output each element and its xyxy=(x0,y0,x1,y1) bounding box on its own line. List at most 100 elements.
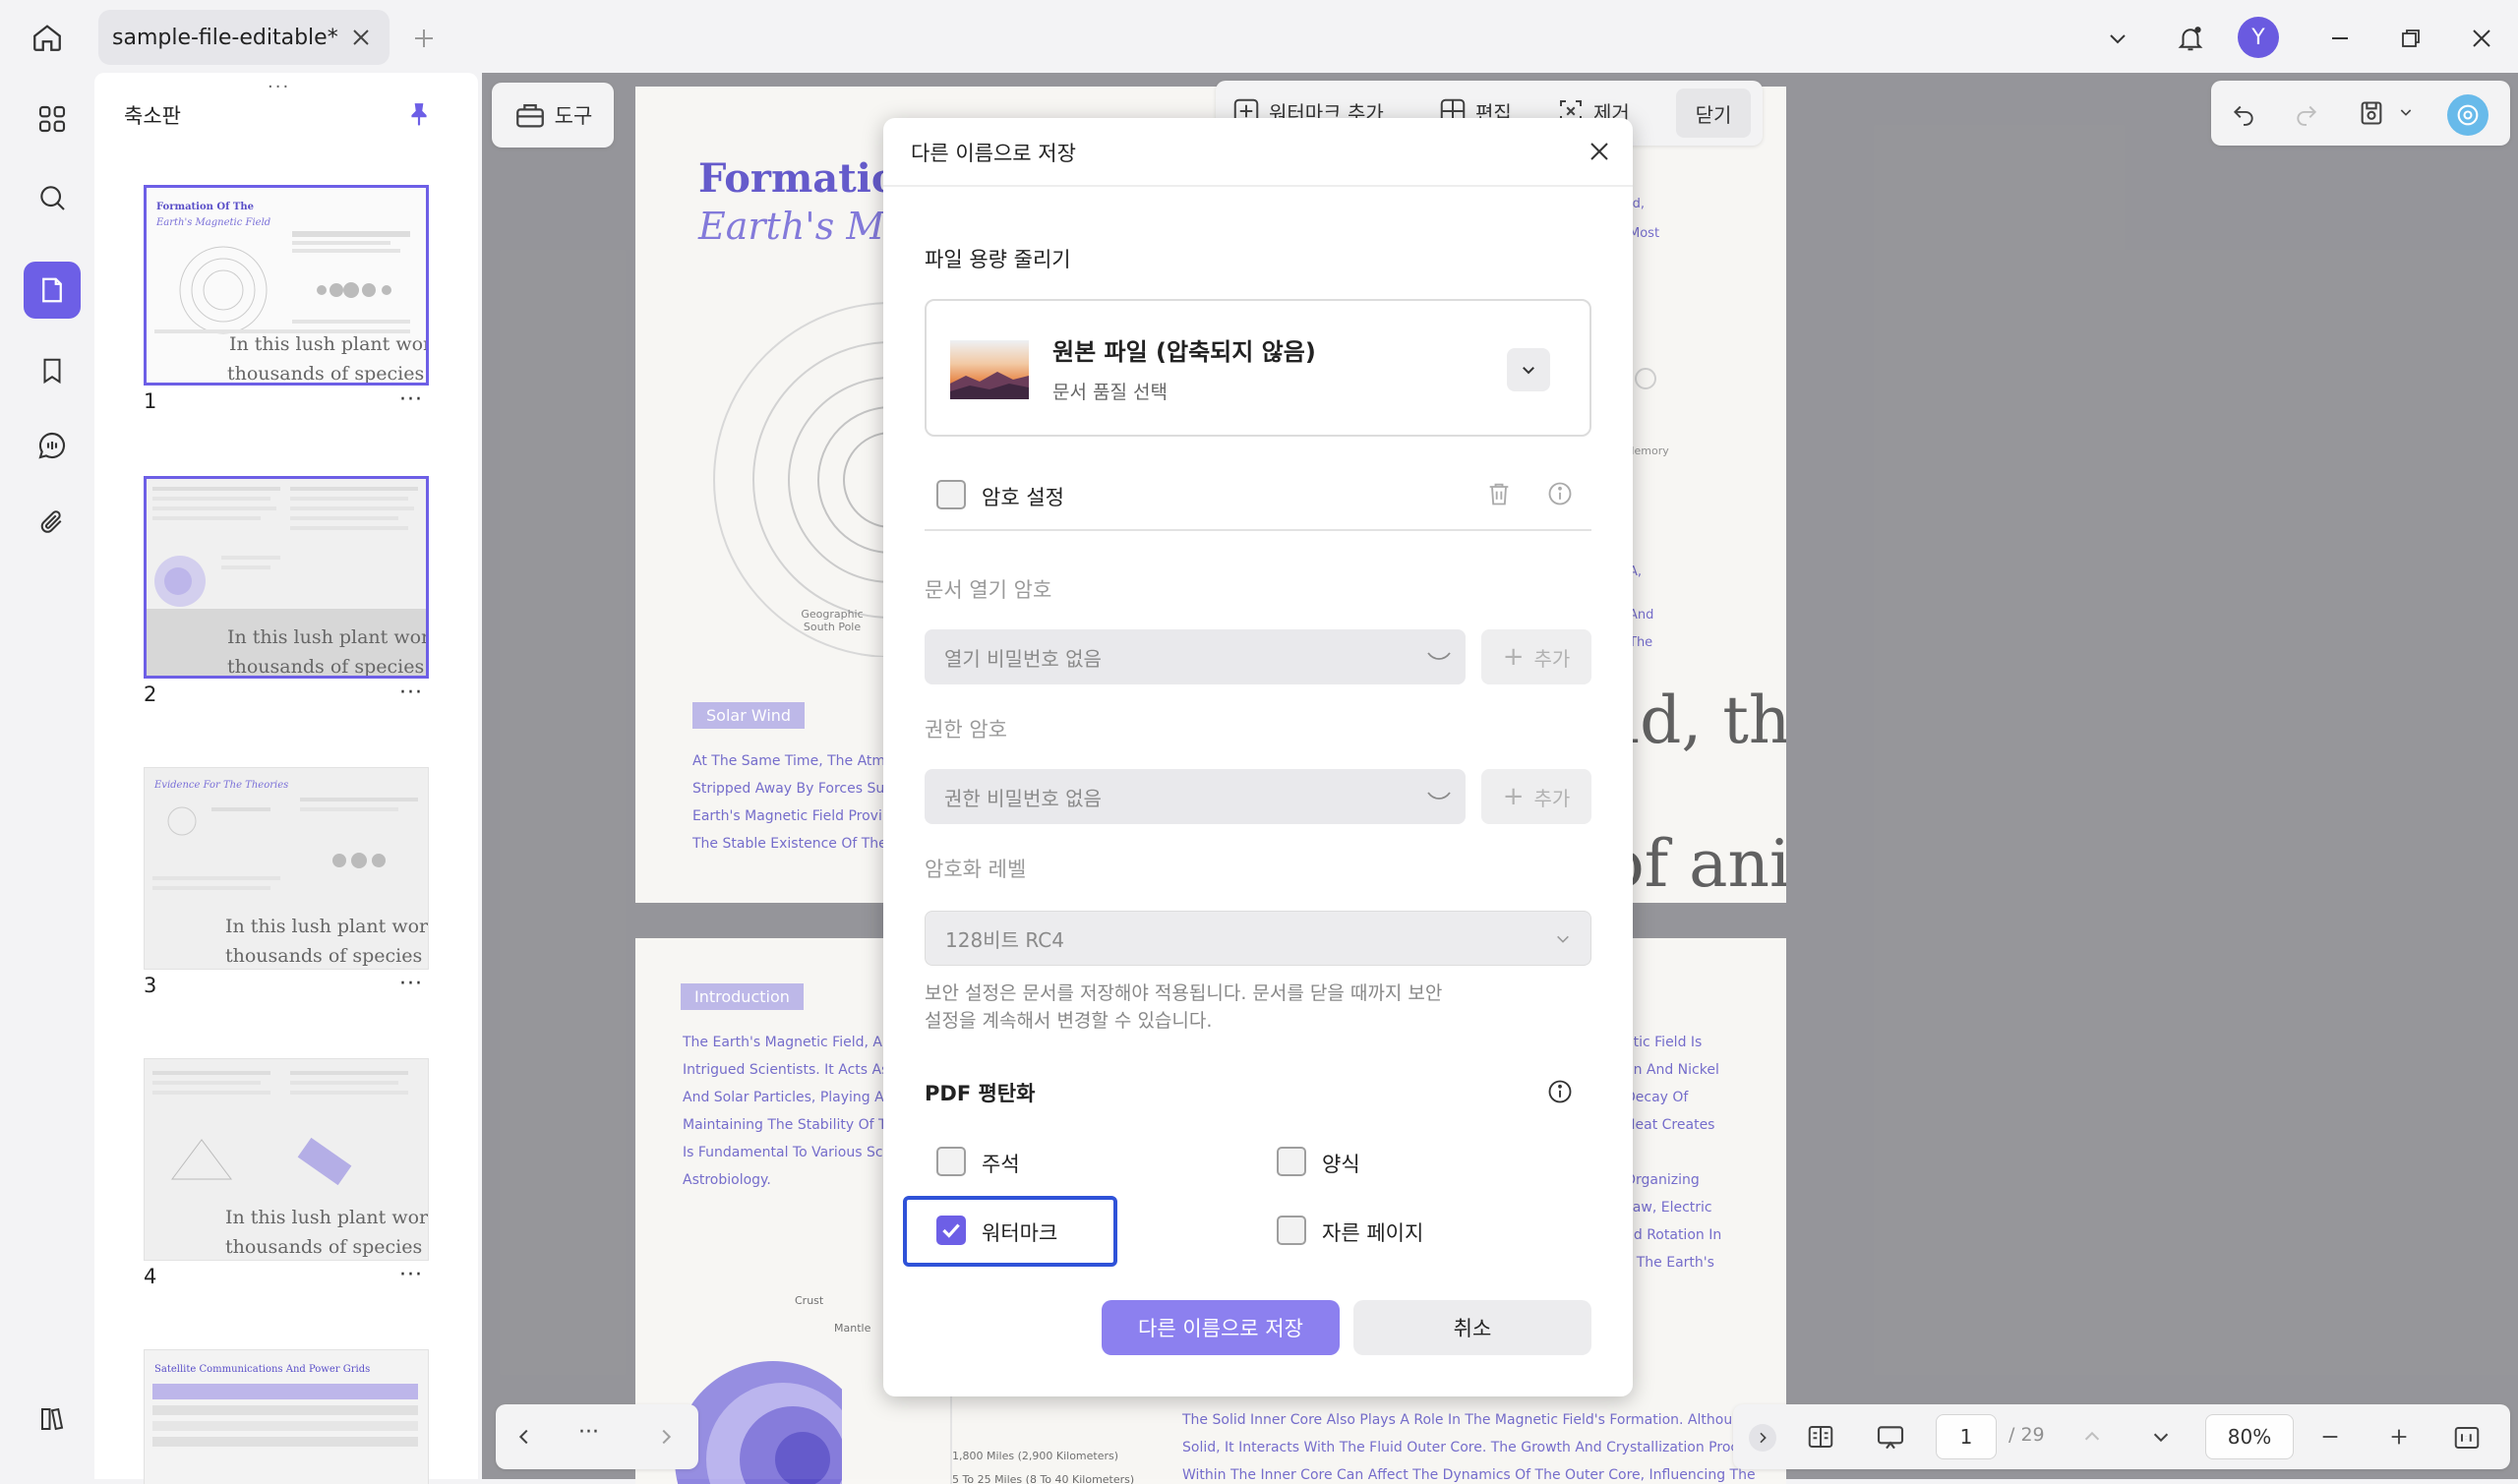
user-avatar[interactable]: Y xyxy=(2238,17,2279,58)
tools-button[interactable]: 도구 xyxy=(492,83,614,148)
thumb-text-line: thousands of species of ani xyxy=(225,945,428,967)
search-icon[interactable] xyxy=(24,169,81,226)
panel-drag-handle[interactable]: ··· xyxy=(268,77,290,97)
open-password-input[interactable]: 열기 비밀번호 없음 xyxy=(925,629,1466,684)
cropped-page-label: 자른 페이지 xyxy=(1322,1221,1424,1245)
new-tab-icon[interactable] xyxy=(407,22,441,55)
restore-window-icon[interactable] xyxy=(2392,20,2429,57)
page-layout-icon[interactable] xyxy=(1802,1418,1839,1455)
password-label: 암호 설정 xyxy=(982,486,1064,509)
eye-closed-icon[interactable] xyxy=(1426,649,1452,665)
thumbnail-page-3[interactable]: Evidence For The Theories In this lush p… xyxy=(144,767,429,970)
close-tab-icon[interactable] xyxy=(346,23,376,52)
add-label: 추가 xyxy=(1533,646,1571,671)
thumbnail-more-button[interactable]: ··· xyxy=(399,387,423,412)
close-toolbar-button[interactable]: 닫기 xyxy=(1676,89,1751,138)
page-total: / 29 xyxy=(2008,1424,2045,1446)
thumb-text-line: In this lush plant world, th xyxy=(225,1207,429,1228)
pin-icon[interactable] xyxy=(401,96,437,132)
password-info-icon[interactable] xyxy=(1542,476,1578,511)
collapse-chevron-icon[interactable] xyxy=(1749,1424,1776,1452)
save-as-button[interactable]: 다른 이름으로 저장 xyxy=(1102,1300,1340,1355)
chevron-down-icon[interactable] xyxy=(2144,1420,2178,1454)
quality-selector[interactable]: 원본 파일 (압축되지 않음) 문서 품질 선택 xyxy=(925,299,1591,437)
toolbox-icon xyxy=(515,103,544,128)
home-icon[interactable] xyxy=(26,16,69,59)
ai-assistant-icon[interactable] xyxy=(2447,94,2488,136)
sunset-thumbnail-image xyxy=(950,340,1029,399)
chevron-right-icon[interactable] xyxy=(649,1420,683,1454)
check-icon xyxy=(942,1223,960,1238)
undo-icon[interactable] xyxy=(2227,96,2260,130)
page-number-input[interactable]: 1 xyxy=(1936,1414,1997,1459)
close-dialog-icon[interactable] xyxy=(1582,134,1617,169)
thumbnail-page-number: 1 xyxy=(144,389,157,413)
page-bottom-text: The Solid Inner Core Also Plays A Role I… xyxy=(1182,1406,1779,1484)
eye-closed-icon[interactable] xyxy=(1426,789,1452,804)
plus-icon: + xyxy=(1502,642,1525,672)
cancel-button[interactable]: 취소 xyxy=(1353,1300,1591,1355)
presentation-icon[interactable] xyxy=(1871,1418,1910,1457)
password-checkbox[interactable] xyxy=(936,480,966,509)
save-options-chevron-icon[interactable] xyxy=(2394,100,2418,124)
chevron-left-icon[interactable] xyxy=(508,1420,541,1454)
add-permission-password-button[interactable]: + 추가 xyxy=(1481,769,1591,824)
thumb-text-line: thousands of species of ani xyxy=(225,1236,428,1258)
save-disk-icon[interactable] xyxy=(2353,94,2390,132)
minimize-icon[interactable] xyxy=(2321,20,2359,57)
diagram-label: 1,800 Miles (2,900 Kilometers) xyxy=(952,1450,1119,1462)
diagram-label: 5 To 25 Miles (8 To 40 Kilometers) xyxy=(952,1473,1135,1484)
watermark-checkbox[interactable] xyxy=(936,1216,966,1245)
thumbnail-panel: ··· 축소판 Formation Of The Earth's Magneti… xyxy=(94,73,478,1484)
quality-dropdown-chevron-icon[interactable] xyxy=(1507,348,1550,391)
encryption-level-label: 암호화 레벨 xyxy=(925,858,1027,881)
thumbnail-page-5[interactable]: Satellite Communications And Power Grids xyxy=(144,1349,429,1484)
more-button[interactable]: ··· xyxy=(578,1420,599,1445)
encryption-level-value: 128비트 RC4 xyxy=(945,927,1064,952)
notification-bell-icon[interactable] xyxy=(2170,18,2211,59)
watermark-label: 워터마크 xyxy=(982,1221,1058,1245)
zoom-in-icon[interactable] xyxy=(2382,1420,2416,1454)
thumbnail-more-button[interactable]: ··· xyxy=(399,972,423,996)
close-window-icon[interactable] xyxy=(2463,20,2500,57)
title-divider xyxy=(883,185,1633,187)
thumbnail-page-2[interactable]: In this lush plant world, th thousands o… xyxy=(144,476,429,679)
thumbnail-page-4[interactable]: In this lush plant world, th thousands o… xyxy=(144,1058,429,1261)
body-line: Within The Inner Core Can Affect The Dyn… xyxy=(1182,1467,1756,1483)
zoom-out-icon[interactable] xyxy=(2313,1420,2347,1454)
thumbnails-page-icon[interactable] xyxy=(24,262,81,319)
form-checkbox[interactable] xyxy=(1277,1147,1306,1176)
comment-icon[interactable] xyxy=(24,417,81,474)
zoom-level-input[interactable]: 80% xyxy=(2205,1414,2294,1459)
flatten-info-icon[interactable] xyxy=(1542,1074,1578,1109)
permission-password-input[interactable]: 권한 비밀번호 없음 xyxy=(925,769,1466,824)
thumbnail-page-number: 4 xyxy=(144,1265,157,1288)
add-open-password-button[interactable]: + 추가 xyxy=(1481,629,1591,684)
thumb-text-line: In this lush plant world, th xyxy=(225,916,429,937)
open-password-placeholder: 열기 비밀번호 없음 xyxy=(944,646,1102,671)
encryption-level-select[interactable]: 128비트 RC4 xyxy=(925,911,1591,966)
chevron-up-icon[interactable] xyxy=(2075,1420,2109,1454)
diagram-label: Geographic South Pole xyxy=(801,608,864,633)
thumbnail-more-button[interactable]: ··· xyxy=(399,681,423,705)
bookmark-icon[interactable] xyxy=(24,342,81,399)
cropped-page-checkbox[interactable] xyxy=(1277,1216,1306,1245)
actual-size-icon[interactable] xyxy=(2447,1418,2487,1457)
redo-icon[interactable] xyxy=(2290,96,2323,130)
page-subtitle: Earth's Ma xyxy=(698,205,907,248)
comment-checkbox[interactable] xyxy=(936,1147,966,1176)
thumbnail-page-1[interactable]: Formation Of The Earth's Magnetic Field … xyxy=(144,185,429,386)
thumbnail-more-button[interactable]: ··· xyxy=(399,1263,423,1287)
tab-title: sample-file-editable* xyxy=(112,25,338,50)
body-line: etic Field Is xyxy=(1625,1035,1703,1050)
trash-icon[interactable] xyxy=(1479,474,1519,513)
body-line: Organizing xyxy=(1625,1172,1700,1188)
chevron-down-icon xyxy=(1557,935,1569,943)
document-tab[interactable]: sample-file-editable* xyxy=(98,10,390,65)
attachment-icon[interactable] xyxy=(24,494,81,551)
page-right-text: etic Field Is on And Nickel Decay Of Hea… xyxy=(1625,1029,1721,1276)
chevron-down-icon[interactable] xyxy=(2099,20,2136,57)
apps-grid-icon[interactable] xyxy=(24,90,81,148)
layers-book-icon[interactable] xyxy=(24,1391,81,1448)
permission-password-placeholder: 권한 비밀번호 없음 xyxy=(944,786,1102,810)
